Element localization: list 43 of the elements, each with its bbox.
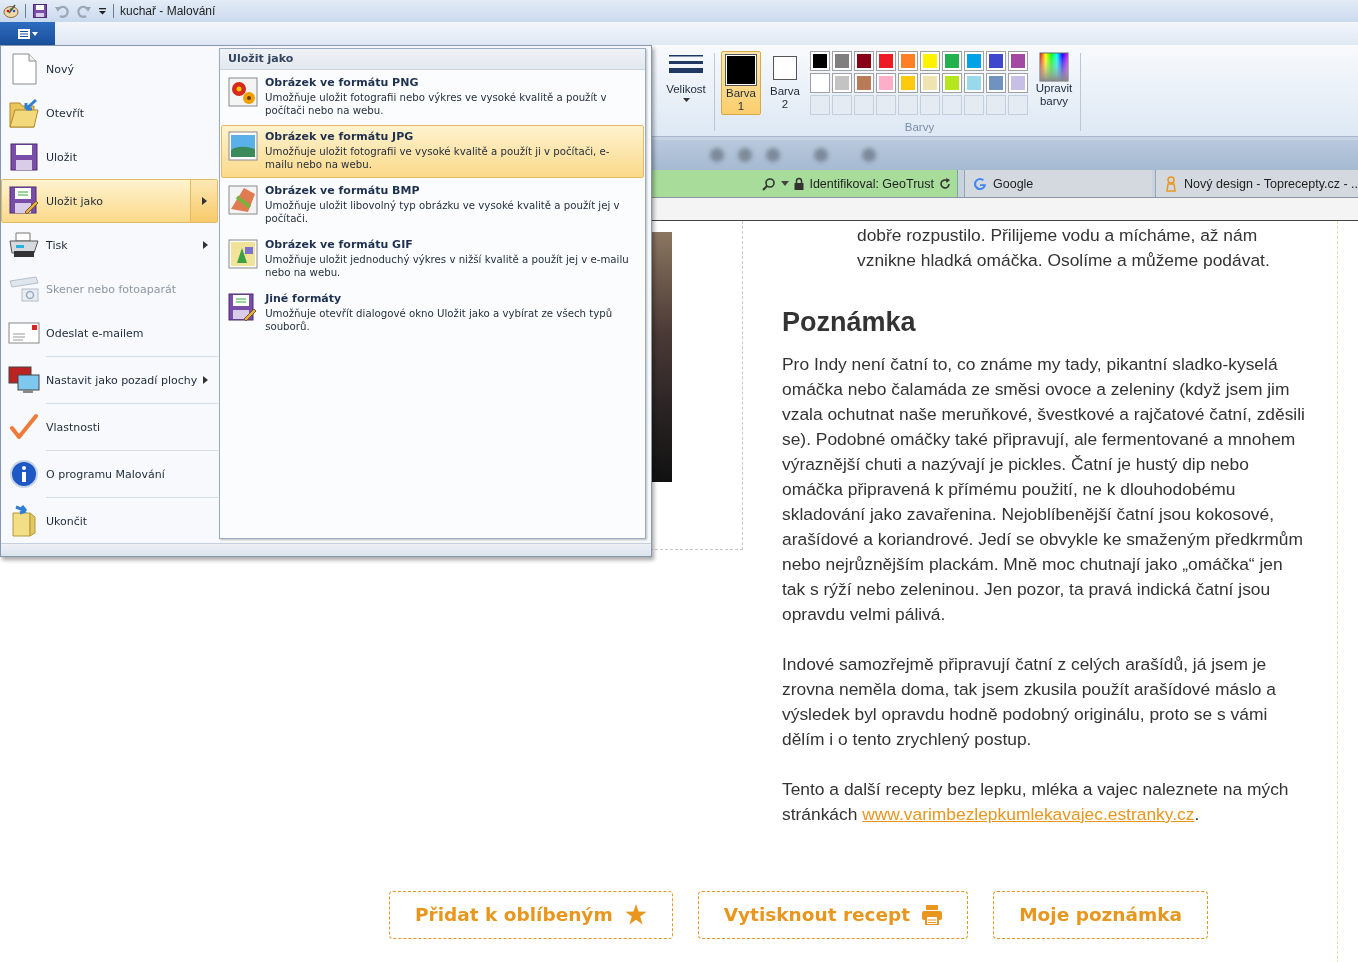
paragraph: Tento a další recepty bez lepku, mléka a vajec naleznete na mých stránkách www.varimbezlepkumlekavajec.estranky.cz. (782, 778, 1290, 826)
menu-item[interactable]: Otevřít (1, 91, 218, 135)
option-title: Jiné formáty (265, 292, 343, 305)
option-title: Obrázek ve formátu BMP (265, 184, 421, 197)
option-description: Umožňuje otevřít dialogové okno Uložit jako a vybírat ze všech typů souborů. (265, 307, 614, 333)
window-title: kuchař - Malování (120, 4, 216, 18)
option-description: Umožňuje uložit fotografii nebo výkres ve vysoké kvalitě a použít v počítači nebo na webu. (265, 91, 608, 117)
option-description: Umožňuje uložit libovolný typ obrázku ve vysoké kvalitě a použít jej v počítači. (265, 199, 621, 225)
address-bar[interactable]: Identifikoval: GeoTrust (650, 170, 958, 197)
tab-title: Google (993, 176, 1034, 191)
menu-item[interactable]: Vlastnosti (1, 405, 218, 449)
option-title: Obrázek ve formátu PNG (265, 76, 420, 89)
step-text: dobře rozpustilo. Přilijeme vodu a mícháme, až nám vznikne hladká omáčka. Osolíme a můžeme podávat. (856, 224, 1271, 272)
format-option[interactable]: Obrázek ve formátu PNG Umožňuje uložit fotografii nebo výkres ve vysoké kvalitě a použít v počítači nebo na webu. (221, 71, 644, 124)
option-description: Umožňuje uložit jednoduchý výkres v nižší kvalitě a použít jej v e-mailu nebo na webu. (265, 253, 630, 279)
menu-item[interactable]: O programu Malování (1, 452, 218, 496)
menu-item[interactable]: Uložit (1, 135, 218, 179)
section-heading: Poznámka (782, 310, 917, 335)
option-description: Umožňuje uložit fotografii ve vysoké kvalitě a použít ji v počítači, e-mailu nebo na webu. (265, 145, 611, 171)
edit-colors-button[interactable]: Upravit barvy (1032, 51, 1076, 136)
submenu-title: Uložit jako (220, 49, 645, 70)
option-title: Obrázek ve formátu JPG (265, 130, 415, 143)
format-option[interactable]: Obrázek ve formátu GIF Umožňuje uložit jednoduchý výkres v nižší kvalitě a použít jej v e-mailu nebo na webu. (221, 233, 644, 286)
menu-item[interactable]: Nový (1, 47, 218, 91)
menu-item[interactable]: Odeslat e-mailem (1, 311, 218, 355)
color-button[interactable]: Barva 2 (765, 51, 805, 115)
tab-title: Nový design - Toprecepty.cz - .. (1184, 176, 1358, 191)
color-button[interactable]: Barva 1 (721, 51, 761, 115)
format-option[interactable]: Jiné formáty Umožňuje otevřít dialogové okno Uložit jako a vybírat ze všech typů souborů. (221, 287, 644, 340)
format-option[interactable]: Obrázek ve formátu JPG Umožňuje uložit fotografii ve vysoké kvalitě a použít ji v počítači, e-mailu nebo na webu. (221, 125, 644, 178)
browser-tab[interactable]: Nový design - Toprecepty.cz - .. (1155, 170, 1358, 197)
paragraph: Indové samozřejmě připravují čatní z celých arašídů, já jsem je zrovna neměla doma, tak jsem zkusila použít arašídové máslo a výsledek byl opravdu hodně podobný originálu, proto se s vámi dělím i o tento zrychlený postup. (782, 653, 1277, 751)
option-title: Obrázek ve formátu GIF (265, 238, 414, 251)
menu-item[interactable]: Ukončit (1, 499, 218, 543)
browser-tab[interactable]: Google (964, 170, 1153, 197)
size-button[interactable]: Velikost (662, 51, 710, 113)
menu-item[interactable]: Tisk (1, 223, 218, 267)
group-label: Barvy (904, 121, 935, 133)
format-option[interactable]: Obrázek ve formátu BMP Umožňuje uložit libovolný typ obrázku ve vysoké kvalitě a použít jej v počítači. (221, 179, 644, 232)
menu-item[interactable]: Uložit jako (1, 179, 218, 223)
security-label: Identifikoval: GeoTrust (809, 176, 934, 191)
menu-item[interactable]: Nastavit jako pozadí plochy (1, 358, 218, 402)
paragraph: Pro Indy není čatní to, co známe my tady, pikantní sladko-kyselá omáčka nebo čalamáda ze směsi ovoce a zeleniny (když jsem jim vzala ochutnat naše meruňkové, švestkové a rajčatové čatní, zděsili se). Podobné omáčky také připravují, ale fermentované a mnohem výraznější chuti a nazývají je pickles. Čatní je hustý dip nebo omáčka připravená k přímému použití, ne k dlouhodobému skladování jako zavařenina. Nejoblíbenější čatní jsou kokosové, arašídové a koriandrové. Jedí se obvykle ke smaženým předkrmům nebo nejrůznějším plackám. Mně moc chutnají jako „omáčka“ jen tak s rýží nebo zeleninou. Jen pozor, ta pravá indická čatní jsou opravdu velmi pálivá. (782, 353, 1306, 626)
